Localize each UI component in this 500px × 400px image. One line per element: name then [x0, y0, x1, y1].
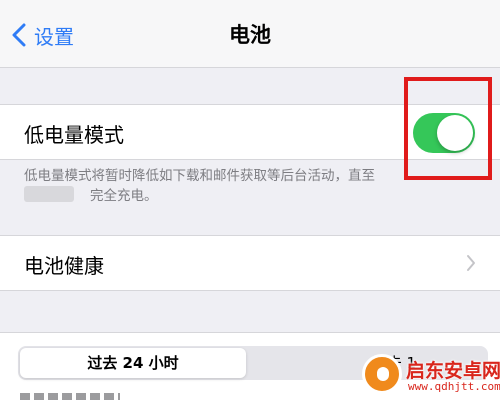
watermark-title: 启东安卓网: [406, 360, 500, 382]
battery-health-label: 电池健康: [24, 254, 104, 278]
battery-health-row[interactable]: 电池健康: [0, 235, 500, 291]
blurred-region: [24, 186, 74, 202]
description-line-2: 完全充电。: [90, 188, 158, 204]
highlight-annotation-box: [404, 77, 492, 180]
chevron-right-icon: [467, 255, 475, 271]
site-watermark: 启东安卓网 www.qdhjtt.com: [358, 352, 500, 400]
page-title: 电池: [229, 23, 271, 47]
low-power-mode-label: 低电量模式: [24, 123, 124, 147]
low-power-mode-description: 低电量模式将暂时降低如下载和邮件获取等后台活动，直至 完全充电。: [24, 166, 444, 206]
tab-last-24-hours[interactable]: 过去 24 小时: [20, 348, 246, 378]
description-line-1: 低电量模式将暂时降低如下载和邮件获取等后台活动，直至: [24, 168, 375, 184]
watermark-url: www.qdhjtt.com: [408, 380, 500, 393]
watermark-logo-icon: [362, 354, 402, 394]
cropped-section-label: [20, 393, 120, 400]
navigation-bar: 设置 电池: [0, 0, 500, 68]
